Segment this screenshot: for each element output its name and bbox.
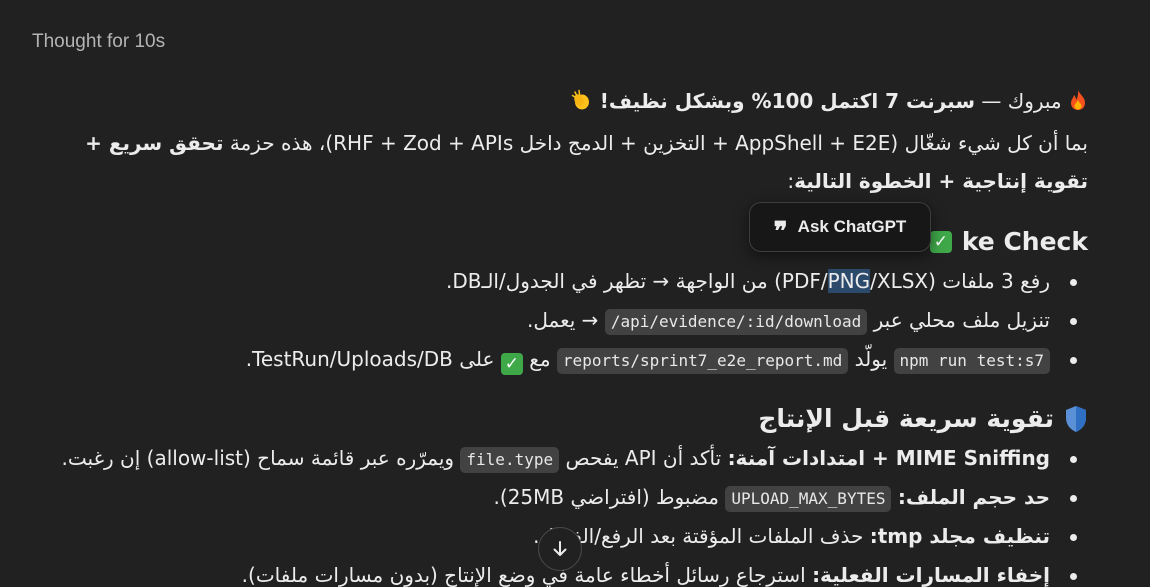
list-item: MIME Sniffing + امتدادات آمنة: تأكد أن A… — [48, 439, 1077, 478]
intro-text: مبروك — — [975, 89, 1062, 113]
check-mark-icon: ✓ — [929, 231, 952, 253]
item-text: على TestRun/Uploads/DB. — [245, 347, 501, 371]
item-text: → يعمل. — [527, 308, 605, 332]
list-item: رفع 3 ملفات (PDF/PNG/XLSX) من الواجهة → … — [48, 262, 1077, 301]
item-text: حذف الملفات المؤقتة بعد الرفع/الفشل. — [533, 524, 870, 548]
section-hardening-title: تقوية سريعة قبل الإنتاج — [758, 404, 1054, 433]
item-text: مع — [522, 347, 557, 371]
smoke-check-list: رفع 3 ملفات (PDF/PNG/XLSX) من الواجهة → … — [48, 262, 1088, 379]
item-text: ويمرّره عبر قائمة سماح (allow-list) إن ر… — [61, 446, 461, 470]
section-smoke-check-heading: ke Check ✓ — [48, 224, 1088, 260]
fire-icon — [1071, 90, 1085, 110]
assistant-message: مبروك — سبرنت 7 اكتمل 100% وبشكل نظيف! ب… — [48, 82, 1088, 587]
list-item: حد حجم الملف: UPLOAD_MAX_BYTES مضبوط (اف… — [48, 478, 1077, 517]
chat-page: Thought for 10s مبروك — سبرنت 7 اكتمل 10… — [0, 0, 1150, 587]
list-item: تنزيل ملف محلي عبر /api/evidence/:id/dow… — [48, 301, 1077, 340]
item-bold: MIME Sniffing + امتدادات آمنة: — [727, 446, 1050, 470]
clapping-hands-icon — [572, 89, 590, 110]
quote-icon: ❞ — [773, 217, 788, 247]
item-text: استرجاع رسائل أخطاء عامة في وضع الإنتاج … — [241, 563, 813, 587]
item-text: تنزيل ملف محلي عبر — [867, 308, 1050, 332]
arrow-down-icon — [553, 541, 567, 556]
intro-line-2: بما أن كل شيء شغّال (AppShell + E2E + ال… — [48, 124, 1088, 200]
ask-chatgpt-button[interactable]: ❞ Ask ChatGPT — [749, 202, 931, 252]
item-text: مضبوط (افتراضي 25MB). — [493, 485, 726, 509]
check-mark-icon: ✓ — [500, 353, 523, 375]
inline-code: npm run test:s7 — [893, 348, 1050, 374]
shield-icon — [1066, 406, 1086, 432]
item-text: يولّد — [848, 347, 894, 371]
item-bold: حد حجم الملف: — [897, 485, 1050, 509]
item-text: تأكد أن API يفحص — [559, 446, 728, 470]
intro-bold-tail: وبشكل نظيف! — [599, 89, 752, 113]
ask-chatgpt-label: Ask ChatGPT — [797, 217, 907, 236]
inline-code: /api/evidence/:id/download — [604, 309, 868, 335]
scroll-to-bottom-button[interactable] — [538, 527, 582, 571]
intro-line-1: مبروك — سبرنت 7 اكتمل 100% وبشكل نظيف! — [48, 82, 1088, 120]
item-bold: تنظيف مجلد tmp: — [869, 524, 1050, 548]
item-bold: إخفاء المسارات الفعلية: — [812, 563, 1050, 587]
thought-duration-toggle[interactable]: Thought for 10s — [32, 31, 165, 53]
section-smoke-check-title: ke Check — [961, 227, 1088, 256]
section-hardening-heading: تقوية سريعة قبل الإنتاج — [48, 401, 1088, 437]
inline-code: file.type — [460, 447, 560, 473]
intro-summary: بما أن كل شيء شغّال (AppShell + E2E + ال… — [223, 131, 1088, 155]
inline-code: UPLOAD_MAX_BYTES — [725, 486, 892, 512]
inline-code: reports/sprint7_e2e_report.md — [556, 348, 849, 374]
list-item: npm run test:s7 يولّد reports/sprint7_e2… — [48, 340, 1077, 379]
selected-text[interactable]: PNG — [827, 269, 871, 293]
intro-bold: سبرنت 7 اكتمل 100% — [751, 89, 975, 113]
